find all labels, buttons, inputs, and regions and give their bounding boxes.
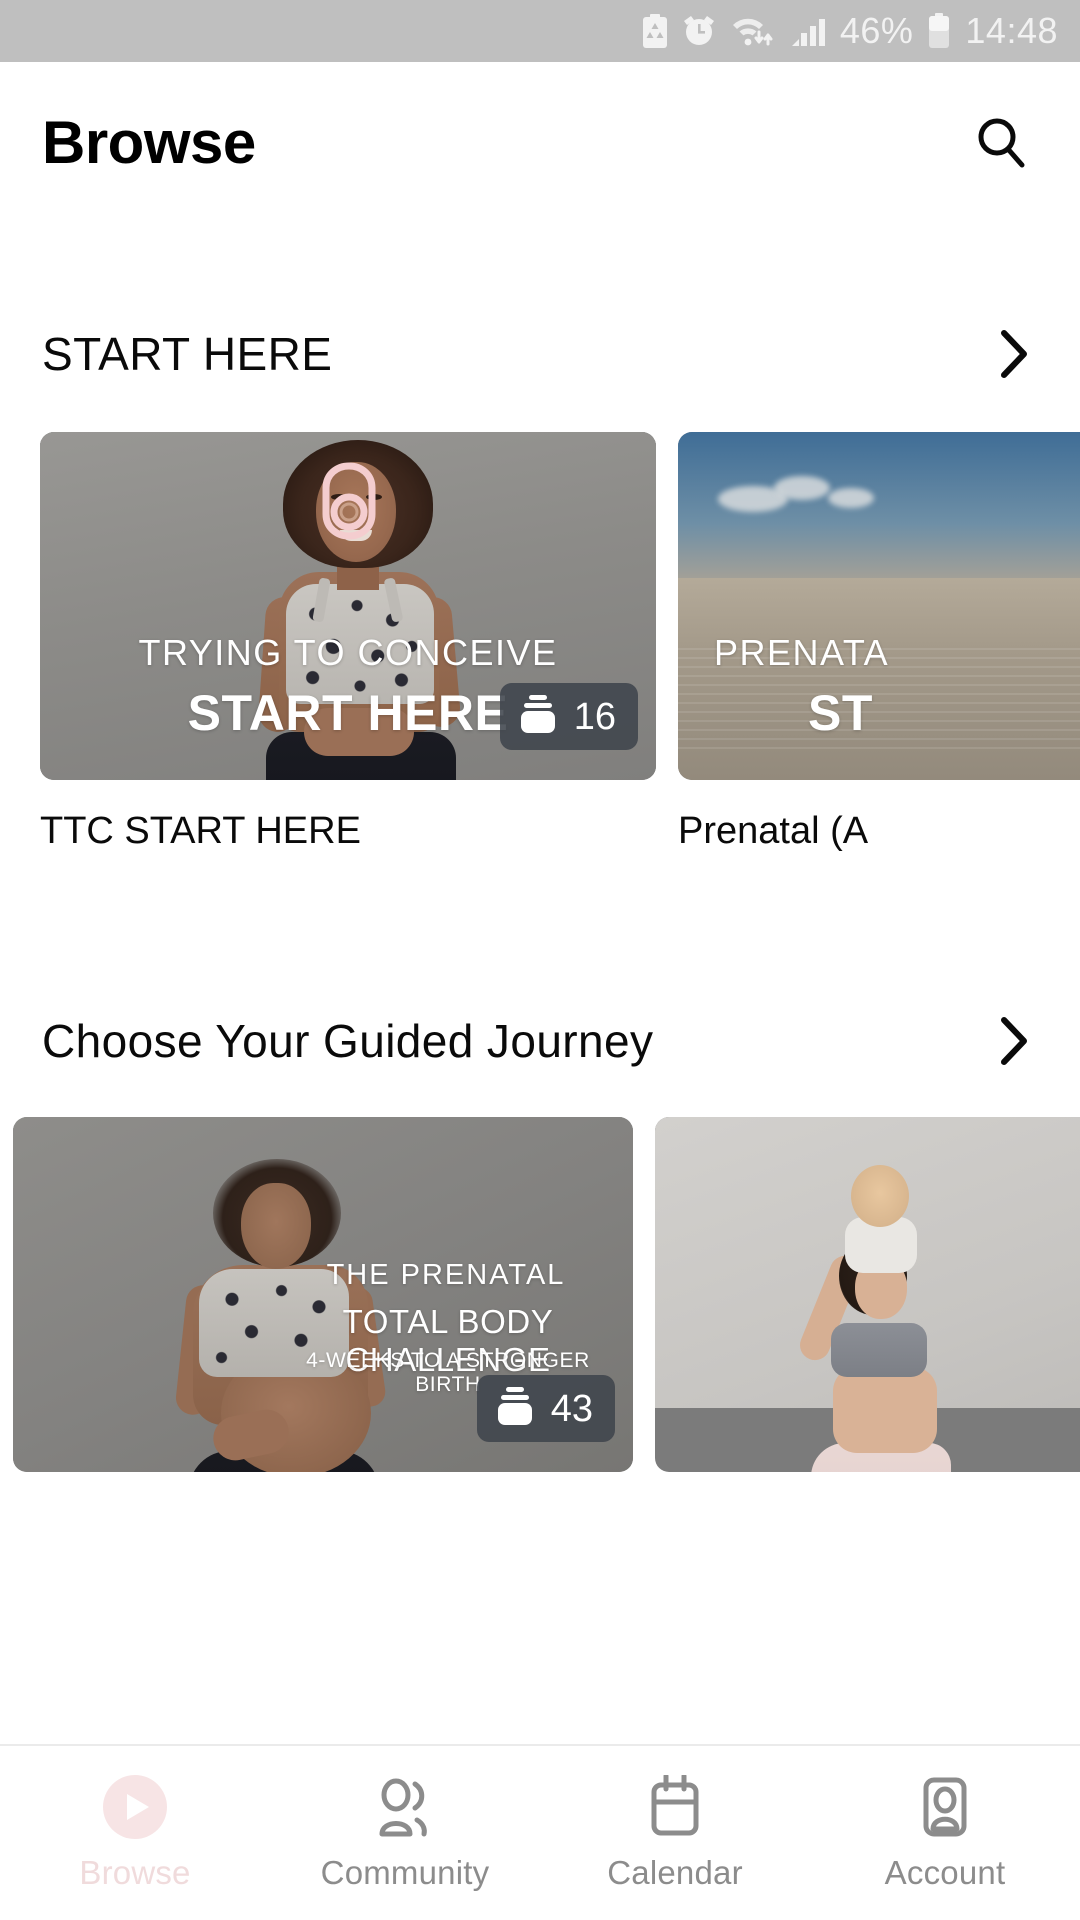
card-postnatal-journey[interactable] [655, 1117, 1080, 1472]
lesson-count-label: 43 [550, 1387, 593, 1430]
people-icon [372, 1774, 438, 1840]
card-ttc-start-here[interactable]: TRYING TO CONCEIVE START HERE 16 TTC STA… [40, 432, 656, 853]
calendar-icon [644, 1774, 706, 1840]
carousel-start-here[interactable]: TRYING TO CONCEIVE START HERE 16 TTC STA… [0, 432, 1080, 853]
lesson-count-label: 16 [573, 695, 616, 738]
wifi-icon [730, 14, 776, 48]
nav-item-calendar[interactable]: Calendar [540, 1774, 810, 1892]
stack-layers-icon [518, 695, 558, 738]
page-title: Browse [42, 108, 256, 176]
search-icon[interactable] [966, 107, 1036, 177]
nav-label: Community [320, 1854, 490, 1891]
battery-saver-icon [642, 14, 668, 48]
app-header: Browse [0, 62, 1080, 222]
carousel-guided-journey[interactable]: THE PRENATAL TOTAL BODY CHALLENGE 4-WEEK… [0, 1117, 1080, 1472]
section-header-start-here[interactable]: START HERE [0, 306, 1080, 402]
card-thumbnail[interactable]: THE PRENATAL TOTAL BODY CHALLENGE 4-WEEK… [13, 1117, 633, 1472]
nav-label: Account [884, 1854, 1006, 1891]
card-image [655, 1117, 1080, 1472]
alarm-clock-icon [682, 14, 716, 48]
chevron-right-icon[interactable] [994, 325, 1034, 383]
signal-bars-icon [790, 14, 826, 48]
section-title: START HERE [42, 328, 333, 380]
lesson-count-badge[interactable]: 16 [499, 683, 638, 750]
card-overlay-line1: PRENATA [714, 632, 890, 673]
card-title: Prenatal (A [678, 810, 869, 852]
card-thumbnail[interactable]: PRENATA ST [678, 432, 1080, 780]
section-header-guided-journey[interactable]: Choose Your Guided Journey [0, 993, 1080, 1089]
card-prenatal-total-body-challenge[interactable]: THE PRENATAL TOTAL BODY CHALLENGE 4-WEEK… [13, 1117, 633, 1472]
card-thumbnail[interactable]: TRYING TO CONCEIVE START HERE 16 [40, 432, 656, 780]
clock-label: 14:48 [965, 10, 1058, 51]
nav-label: Calendar [607, 1854, 743, 1891]
nav-item-community[interactable]: Community [270, 1774, 540, 1892]
stack-layers-icon [495, 1387, 535, 1430]
card-title: TTC START HERE [40, 810, 361, 852]
nav-item-browse[interactable]: Browse [0, 1774, 270, 1892]
card-overlay-line2: ST [808, 685, 873, 741]
status-bar: 46% 14:48 [0, 0, 1080, 62]
nav-label: Browse [79, 1854, 191, 1891]
person-card-icon [915, 1774, 975, 1840]
chevron-right-icon[interactable] [994, 1012, 1034, 1070]
card-prenatal-start-here[interactable]: PRENATA ST Prenatal (A [678, 432, 1080, 853]
card-thumbnail[interactable] [655, 1117, 1080, 1472]
bottom-navigation-bar: Browse Community Calendar Account [0, 1744, 1080, 1920]
battery-percent-label: 46% [839, 10, 914, 51]
brand-logo-icon [322, 462, 377, 540]
play-circle-icon [103, 1774, 167, 1840]
section-title: Choose Your Guided Journey [42, 1015, 654, 1067]
card-overlay-line1: THE PRENATAL [326, 1259, 566, 1291]
battery-icon [927, 13, 951, 49]
lesson-count-badge[interactable]: 43 [476, 1375, 615, 1442]
card-overlay-line1: TRYING TO CONCEIVE [138, 632, 558, 673]
nav-item-account[interactable]: Account [810, 1774, 1080, 1892]
